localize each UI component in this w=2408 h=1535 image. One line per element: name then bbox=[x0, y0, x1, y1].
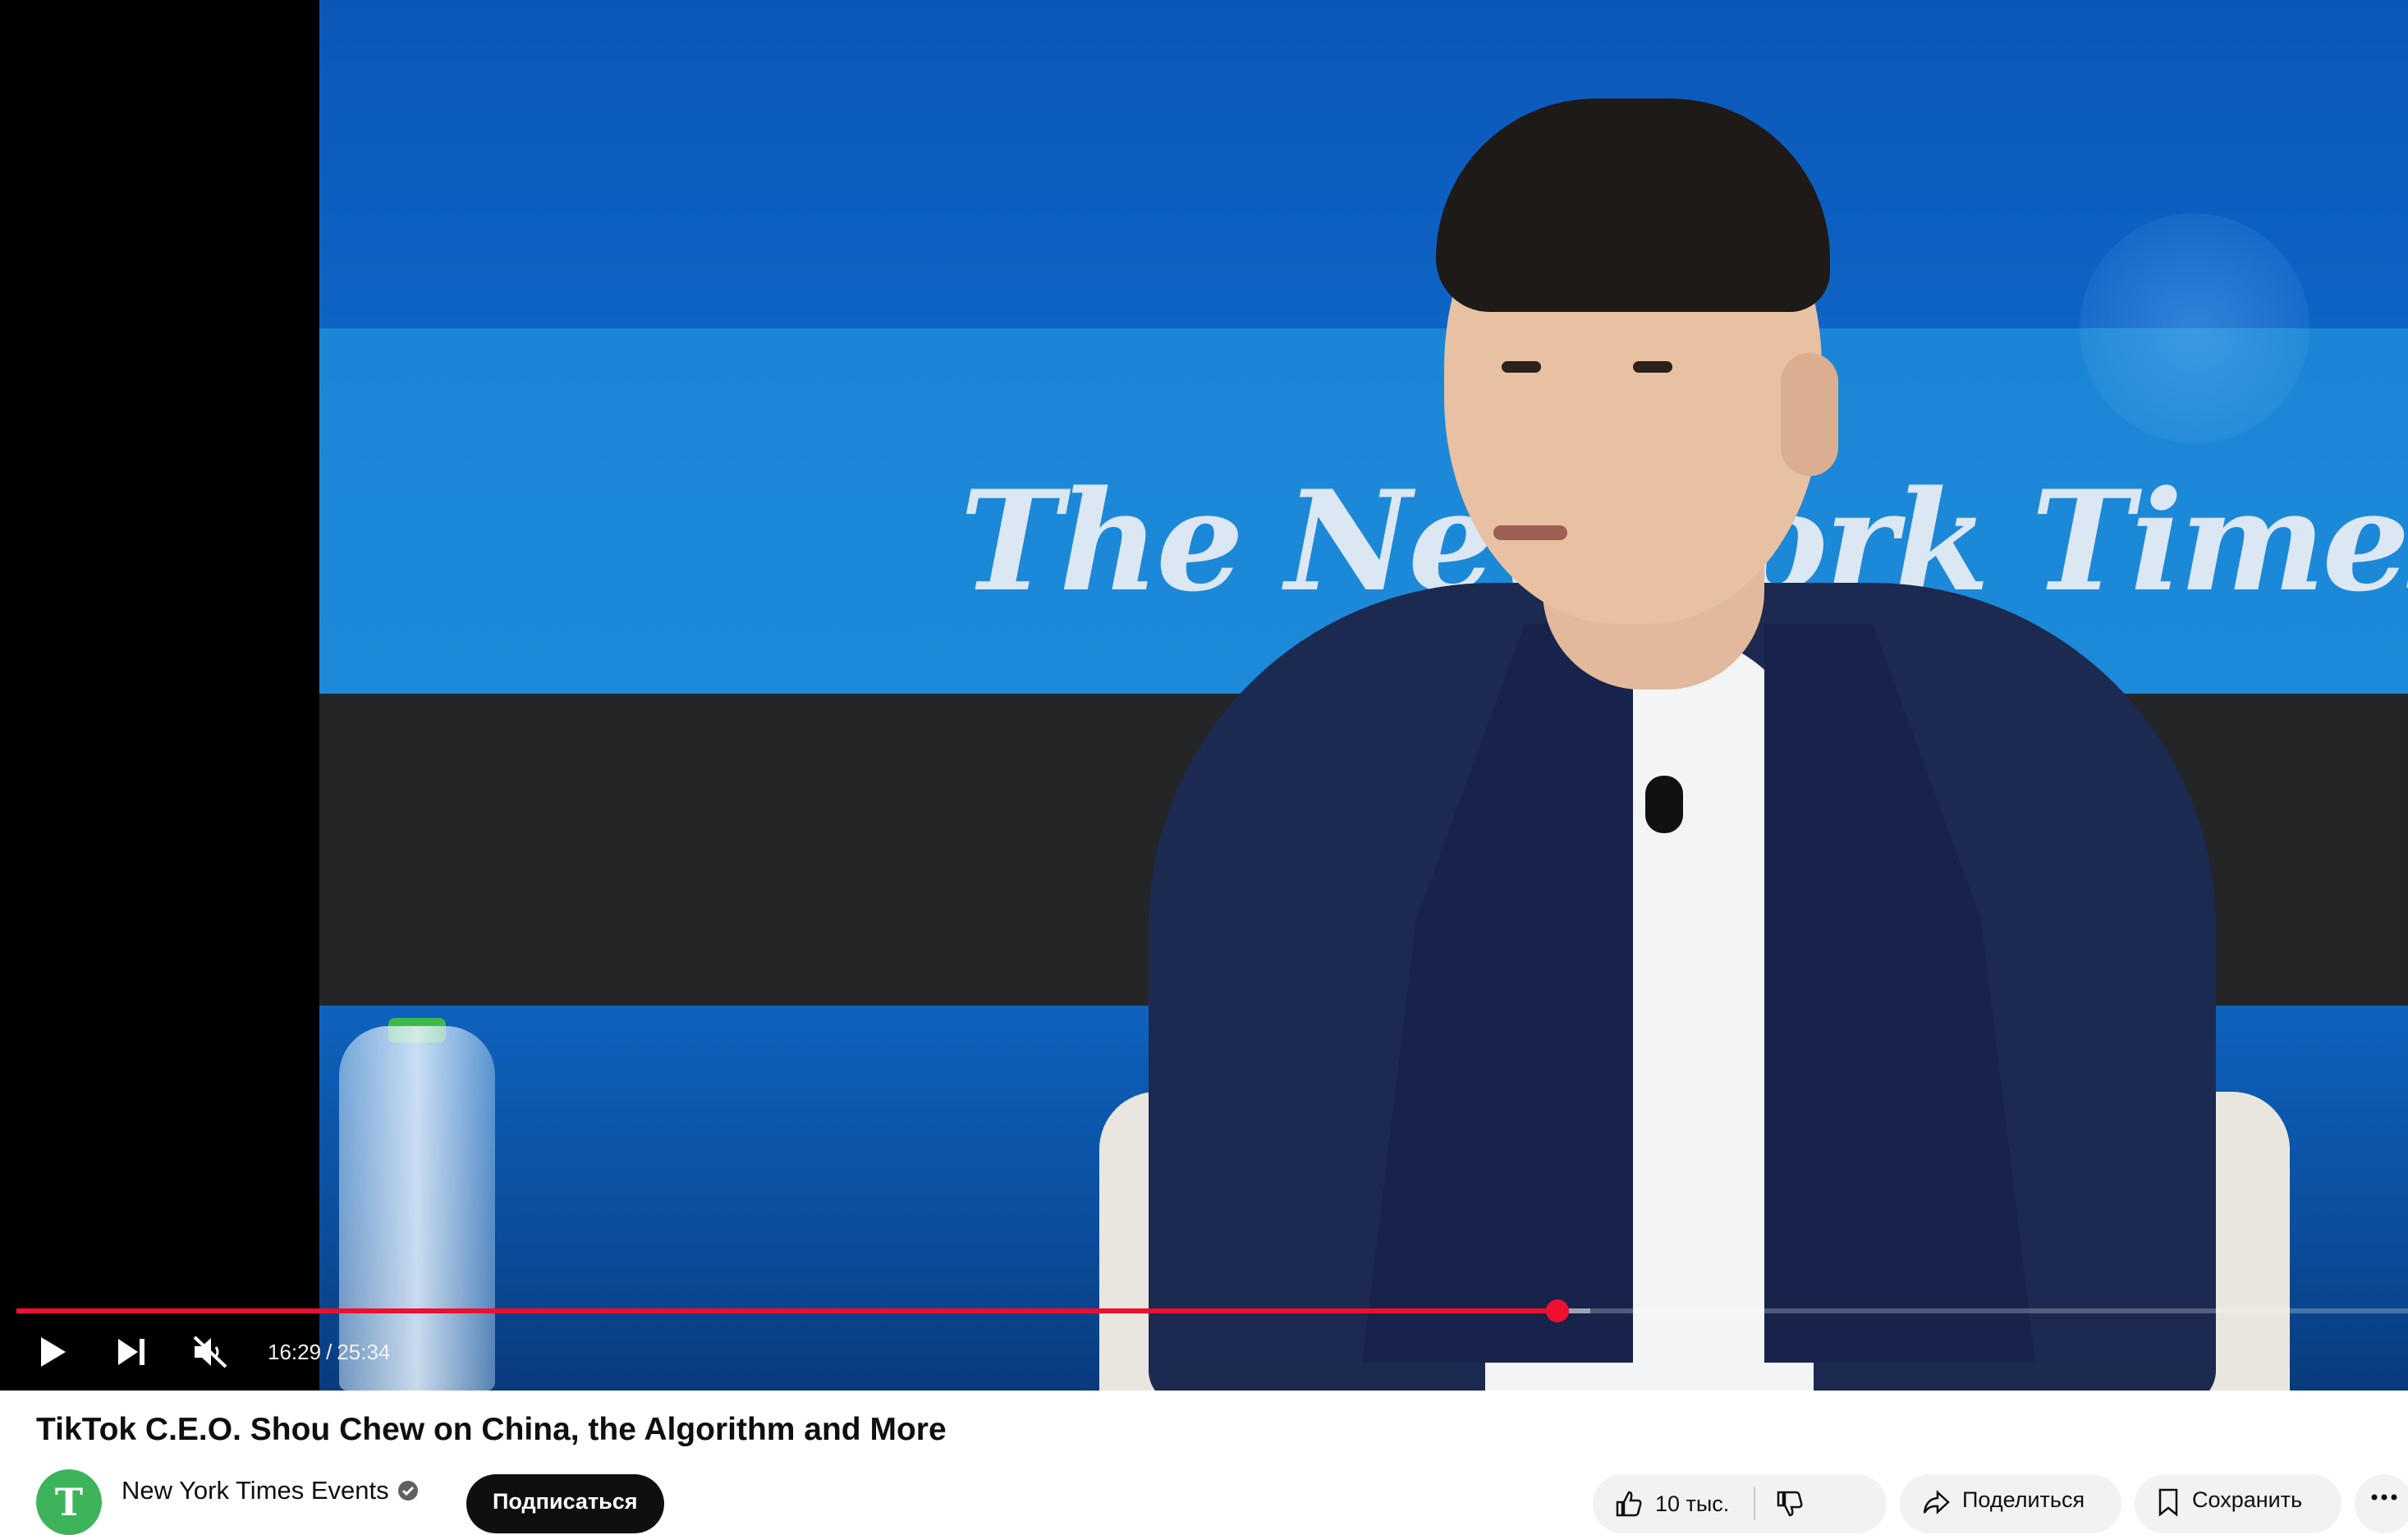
video-player[interactable]: The New York Times bbox=[0, 0, 2408, 1391]
bookmark-icon bbox=[2158, 1488, 2178, 1517]
share-button[interactable]: Поделиться bbox=[1900, 1474, 2121, 1533]
speaker-eye bbox=[1502, 361, 1541, 373]
time-display: 16:29/25:34 bbox=[268, 1340, 390, 1365]
more-horizontal-icon bbox=[2371, 1494, 2397, 1501]
channel-name-link[interactable]: New York Times Events bbox=[122, 1476, 419, 1505]
volume-muted-icon bbox=[193, 1336, 227, 1368]
next-button[interactable] bbox=[99, 1323, 164, 1381]
thumbs-up-icon bbox=[1616, 1491, 1642, 1517]
backdrop-glow bbox=[2080, 213, 2309, 443]
speaker-eye bbox=[1633, 361, 1672, 373]
progress-played bbox=[16, 1308, 1558, 1313]
current-time: 16:29 bbox=[268, 1339, 322, 1364]
channel-name: New York Times Events bbox=[122, 1476, 389, 1505]
speaker-ear bbox=[1781, 353, 1838, 476]
player-controls: 16:29/25:34 bbox=[0, 1323, 2408, 1381]
speaker-mouth bbox=[1493, 525, 1567, 540]
thumbs-down-icon bbox=[1777, 1491, 1803, 1517]
channel-row: T New York Times Events Подписаться 10 т… bbox=[36, 1469, 2408, 1535]
channel-avatar[interactable]: T bbox=[36, 1469, 102, 1535]
avatar-letter: T bbox=[54, 1480, 84, 1524]
duration: 25:34 bbox=[337, 1339, 391, 1364]
save-button[interactable]: Сохранить bbox=[2135, 1474, 2341, 1533]
time-separator: / bbox=[326, 1339, 333, 1364]
share-icon bbox=[1923, 1490, 1950, 1514]
verified-check-icon bbox=[397, 1481, 418, 1501]
like-button[interactable]: 10 тыс. bbox=[1593, 1487, 1729, 1520]
skip-next-icon bbox=[118, 1339, 144, 1365]
share-label: Поделиться bbox=[1962, 1487, 2085, 1512]
mute-button[interactable] bbox=[177, 1323, 243, 1381]
progress-bar[interactable] bbox=[16, 1299, 2408, 1322]
more-actions-button[interactable] bbox=[2355, 1474, 2408, 1533]
play-icon bbox=[41, 1337, 66, 1367]
play-button[interactable] bbox=[20, 1323, 85, 1381]
lapel-microphone bbox=[1645, 776, 1683, 833]
video-frame[interactable]: The New York Times bbox=[319, 0, 2408, 1391]
like-dislike-group: 10 тыс. bbox=[1593, 1474, 1887, 1533]
like-count: 10 тыс. bbox=[1655, 1491, 1730, 1516]
dislike-button[interactable] bbox=[1755, 1487, 1805, 1520]
subscribe-button[interactable]: Подписаться bbox=[466, 1474, 664, 1533]
speaker-hair bbox=[1436, 99, 1830, 312]
video-title: TikTok C.E.O. Shou Chew on China, the Al… bbox=[36, 1412, 947, 1447]
save-label: Сохранить bbox=[2192, 1487, 2303, 1512]
